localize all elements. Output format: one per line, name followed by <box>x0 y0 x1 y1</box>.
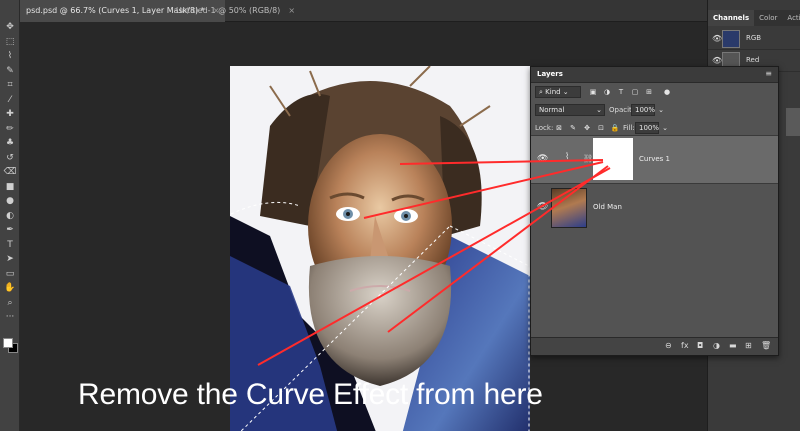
tab-untitled-document[interactable]: Untitled-1 @ 50% (RGB/8) × <box>170 0 301 22</box>
blur-icon[interactable]: ● <box>2 194 18 208</box>
quick-select-icon[interactable]: ✎ <box>2 64 18 78</box>
fx-icon[interactable]: fx <box>681 341 689 350</box>
history-brush-icon[interactable]: ↺ <box>2 151 18 165</box>
close-icon[interactable]: × <box>288 6 295 15</box>
healing-icon[interactable]: ✚ <box>2 107 18 121</box>
layer-name[interactable]: Curves 1 <box>639 155 670 163</box>
link-icon: ⛓ <box>583 154 594 163</box>
stamp-icon[interactable]: ♣ <box>2 136 18 150</box>
blend-mode-value: Normal <box>539 106 565 114</box>
channel-label: RGB <box>746 34 762 42</box>
tab-color[interactable]: Color <box>754 10 782 26</box>
blend-opacity-row: Normal ⌄ Opacity: 100% ⌄ <box>531 101 778 119</box>
type-icon[interactable]: T <box>2 238 18 252</box>
filter-shape-icon[interactable]: ▢ <box>629 86 641 98</box>
filter-kind-value: Kind <box>545 88 561 96</box>
zoom-icon[interactable]: ⌕ <box>2 296 18 310</box>
filter-type-icon[interactable]: T <box>615 86 627 98</box>
document-image[interactable] <box>230 66 530 431</box>
lasso-icon[interactable]: ⌇ <box>2 49 18 63</box>
layers-panel-footer: ⊖ fx ◘ ◑ ▬ ⊞ 🗑 <box>531 337 778 355</box>
filter-adjustment-icon[interactable]: ◑ <box>601 86 613 98</box>
layer-row-curves[interactable]: 👁 ⌇ ⛓ Curves 1 <box>531 135 778 183</box>
lock-pixels-icon[interactable]: ✎ <box>567 122 579 134</box>
layer-row-old-man[interactable]: 👁 Old Man <box>531 183 778 231</box>
channel-thumbnail <box>722 30 740 48</box>
layers-panel-title[interactable]: Layers <box>537 70 563 78</box>
channel-label: Red <box>746 56 760 64</box>
fill-input[interactable]: 100% <box>635 122 659 134</box>
foreground-color-swatch[interactable] <box>3 338 13 348</box>
eye-icon[interactable]: 👁 <box>712 34 722 43</box>
crop-icon[interactable]: ⌗ <box>2 78 18 92</box>
link-icon[interactable]: ⊖ <box>665 341 672 350</box>
annotation-caption: Remove the Curve Effect from here <box>78 378 543 411</box>
chevron-down-icon: ⌄ <box>596 106 602 114</box>
eye-icon[interactable]: 👁 <box>537 154 548 164</box>
filter-smart-object-icon[interactable]: ⊞ <box>643 86 655 98</box>
gradient-icon[interactable]: ■ <box>2 180 18 194</box>
chevron-down-icon[interactable]: ⌄ <box>659 122 671 134</box>
tools-panel: ✥ ⬚ ⌇ ✎ ⌗ ⁄ ✚ ✏ ♣ ↺ ⌫ ■ ● ◐ ✒ T ➤ ▭ ✋ ⌕ ··· <box>0 0 20 431</box>
lock-all-icon[interactable]: 🔒 <box>609 122 621 134</box>
document-tab-bar: psd.psd @ 66.7% (Curves 1, Layer Mask/8)… <box>20 0 707 22</box>
group-icon[interactable]: ▬ <box>729 341 737 350</box>
channels-panel-tabs: Channels Color Actions <box>708 10 800 26</box>
eyedropper-icon[interactable]: ⁄ <box>2 93 18 107</box>
lock-transparent-icon[interactable]: ⊠ <box>553 122 565 134</box>
fill-label: Fill: <box>623 124 635 132</box>
eye-icon[interactable]: 👁 <box>712 56 722 65</box>
lock-label: Lock: <box>535 124 554 132</box>
layer-thumbnail <box>551 188 587 228</box>
hand-icon[interactable]: ✋ <box>2 281 18 295</box>
more-icon[interactable]: ··· <box>2 310 18 324</box>
filter-kind-select[interactable]: ⌕ Kind ⌄ <box>535 86 581 98</box>
channel-row-rgb[interactable]: 👁 RGB <box>708 28 800 50</box>
curves-adjustment-icon: ⌇ <box>565 152 570 162</box>
tab-channels[interactable]: Channels <box>708 10 755 26</box>
panel-menu-icon[interactable]: ≡ <box>765 69 772 78</box>
path-select-icon[interactable]: ➤ <box>2 252 18 266</box>
eraser-icon[interactable]: ⌫ <box>2 165 18 179</box>
lock-position-icon[interactable]: ✥ <box>581 122 593 134</box>
adjustment-icon[interactable]: ◑ <box>713 341 720 350</box>
chevron-down-icon[interactable]: ⌄ <box>655 104 667 116</box>
tab-label: Untitled-1 @ 50% (RGB/8) <box>176 6 281 15</box>
layers-panel: Layers ≡ ⌕ Kind ⌄ ▣ ◑ T ▢ ⊞ ● Normal ⌄ Op… <box>530 66 779 356</box>
layer-filter-row: ⌕ Kind ⌄ ▣ ◑ T ▢ ⊞ ● <box>531 83 778 101</box>
dodge-icon[interactable]: ◐ <box>2 209 18 223</box>
mask-icon[interactable]: ◘ <box>697 341 703 350</box>
brush-icon[interactable]: ✏ <box>2 122 18 136</box>
marquee-icon[interactable]: ⬚ <box>2 35 18 49</box>
pen-icon[interactable]: ✒ <box>2 223 18 237</box>
old-man-portrait <box>230 66 530 431</box>
trash-icon[interactable]: 🗑 <box>761 341 771 350</box>
rectangle-icon[interactable]: ▭ <box>2 267 18 281</box>
layer-mask-thumbnail[interactable] <box>593 138 633 180</box>
opacity-input[interactable]: 100% <box>631 104 655 116</box>
tab-actions[interactable]: Actions <box>782 10 800 26</box>
layers-panel-header: Layers ≡ <box>531 67 778 83</box>
move-icon[interactable]: ✥ <box>2 20 18 34</box>
new-layer-icon[interactable]: ⊞ <box>745 341 752 350</box>
blend-mode-select[interactable]: Normal ⌄ <box>535 104 605 116</box>
filter-toggle-icon[interactable]: ● <box>661 86 673 98</box>
lock-artboard-icon[interactable]: ⊡ <box>595 122 607 134</box>
dock-collapsed-panel[interactable] <box>786 108 800 136</box>
layer-name[interactable]: Old Man <box>593 203 622 211</box>
filter-pixel-icon[interactable]: ▣ <box>587 86 599 98</box>
eye-icon[interactable]: 👁 <box>537 202 548 212</box>
